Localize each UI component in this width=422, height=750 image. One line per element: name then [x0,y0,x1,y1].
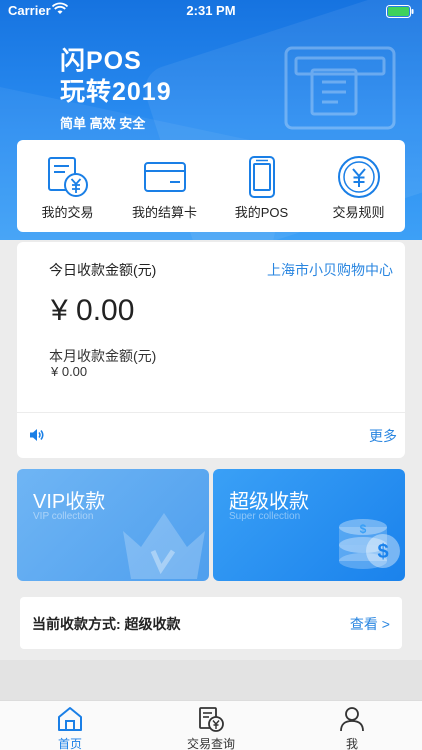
pos-icon [248,156,275,198]
vip-title: VIP收款 [33,491,106,513]
current-payment-method: 当前收款方式: 超级收款 [32,616,181,632]
bottom-spacer [0,660,422,700]
month-income-amount: ¥ 0.00 [51,364,88,379]
tab-home[interactable]: 首页 [0,701,140,750]
super-subtitle: Super collection [229,511,301,522]
quick-menu: 我的交易 我的结算卡 我的POS 交易规则 [17,140,405,232]
status-bar: Carrier 2:31 PM [0,0,422,22]
home-icon [58,707,82,731]
payment-method-row: 当前收款方式: 超级收款 查看 > [20,597,402,649]
divider [17,412,405,413]
menu-transaction-rules[interactable]: 交易规则 [310,140,407,232]
menu-label: 交易规则 [332,205,385,220]
super-title: 超级收款 [229,491,309,513]
svg-text:$: $ [360,522,367,536]
banner-title-line1: 闪POS [60,47,142,75]
banner-title: 闪POS 玩转2019 [60,46,172,108]
pos-terminal-illustration [284,46,396,130]
vip-collection-button[interactable]: VIP收款 VIP collection [17,469,209,581]
today-income-label: 今日收款金额(元) [49,262,157,278]
card-icon [143,162,186,192]
speaker-icon[interactable] [29,428,45,442]
tab-me[interactable]: 我 [282,701,422,750]
super-collection-button[interactable]: $ $ 超级收款 Super collection [213,469,405,581]
battery-icon [386,5,414,18]
coins-icon: $ $ [339,519,400,569]
income-summary-card: 今日收款金额(元) 上海市小贝购物中心 ¥ 0.00 本月收款金额(元) ¥ 0… [17,242,405,458]
menu-my-pos[interactable]: 我的POS [213,140,310,232]
tab-bar: 首页 交易查询 我 [0,700,422,750]
user-icon [340,707,364,732]
yuan-icon [337,156,380,198]
query-icon [199,707,224,732]
tab-label: 我 [345,737,358,750]
view-payment-method-link[interactable]: 查看 > [350,614,390,634]
today-income-amount: ¥ 0.00 [51,294,135,327]
banner-subtitle: 简单 高效 安全 [60,116,146,131]
menu-my-settlement-card[interactable]: 我的结算卡 [116,140,213,232]
tab-transaction-query[interactable]: 交易查询 [141,701,281,750]
transaction-icon [47,157,88,197]
month-income-label: 本月收款金额(元) [49,348,157,364]
tab-label: 交易查询 [186,737,235,750]
shop-name-link[interactable]: 上海市小贝购物中心 [267,260,393,280]
status-time: 2:31 PM [186,3,236,18]
more-link[interactable]: 更多 [369,426,397,446]
tab-label: 首页 [57,737,82,750]
crown-icon [123,513,205,579]
menu-my-transactions[interactable]: 我的交易 [19,140,116,232]
vip-subtitle: VIP collection [33,511,94,522]
svg-text:$: $ [377,541,388,563]
banner-title-line2: 玩转2019 [60,78,172,106]
